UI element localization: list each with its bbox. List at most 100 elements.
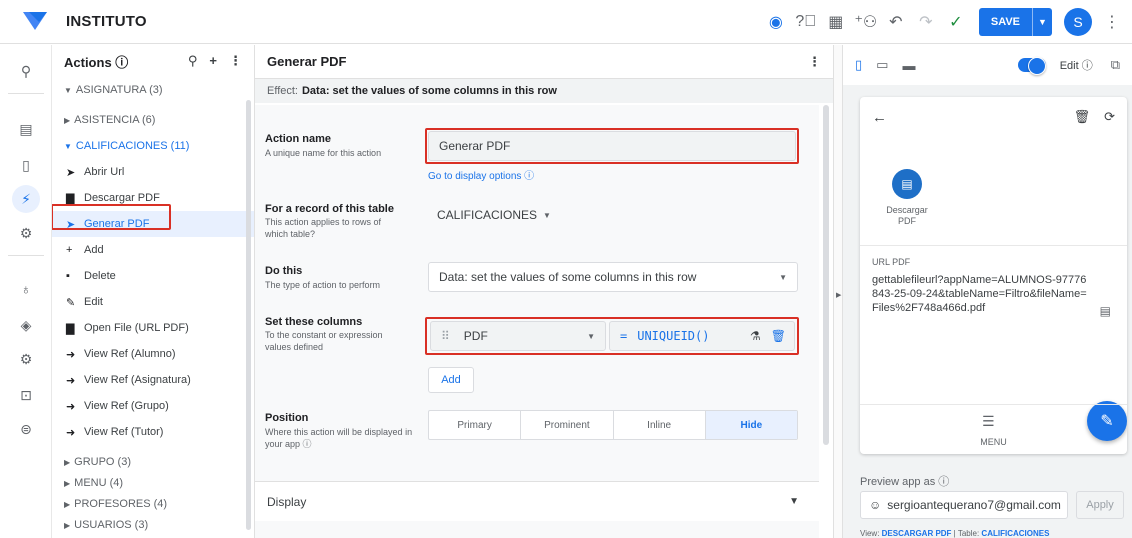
phone-toolbar: ← 🗑 ⟳ <box>860 97 1127 137</box>
panel-divider[interactable]: ▶ <box>833 45 843 538</box>
back-arrow-icon[interactable]: ← <box>872 109 887 126</box>
actions-scrollbar[interactable] <box>246 100 251 530</box>
action-name-label: Action name <box>265 133 332 145</box>
arrow-circle-icon: ➜ <box>66 374 76 387</box>
preview-footer: View: DESCARGAR PDF | Table: CALIFICACIO… <box>860 529 1050 538</box>
gallery-icon[interactable]: ▦ <box>821 7 851 37</box>
help-icon[interactable]: ?⃝ <box>791 7 821 37</box>
url-pdf-label: URL PDF <box>872 257 911 267</box>
caret-down-icon: ▼ <box>64 85 72 95</box>
tree-group-asistencia[interactable]: ▶ ASISTENCIA (6) <box>52 107 254 133</box>
preview-email-input[interactable]: ☺ sergioantequerano7@gmail.com <box>860 491 1068 519</box>
position-option-primary[interactable]: Primary <box>429 411 522 439</box>
plus-icon: + <box>66 244 73 256</box>
action-item-view-ref-alumno[interactable]: ➜ View Ref (Alumno) <box>52 341 254 367</box>
rail-automation-icon[interactable]: ⚙ <box>14 221 38 245</box>
send-icon: ➤ <box>66 166 76 179</box>
add-icon[interactable]: + <box>209 53 217 69</box>
rail-security-icon[interactable]: ◈ <box>14 313 38 337</box>
action-item-delete[interactable]: ▪ Delete <box>52 263 254 289</box>
rail-divider <box>8 93 44 94</box>
avatar[interactable]: S <box>1064 8 1092 36</box>
preview-as-label: Preview app as ⓘ <box>860 476 950 488</box>
highlight-box <box>52 204 171 230</box>
caret-right-icon: ▶ <box>64 520 71 530</box>
caret-down-icon: ▼ <box>64 141 72 151</box>
dropdown-arrow-icon: ▼ <box>779 272 787 282</box>
more-vert-icon[interactable]: ⋮ <box>1100 12 1124 32</box>
rail-monitor-icon[interactable]: ⊡ <box>14 383 38 407</box>
redo-icon[interactable]: ↷ <box>911 7 941 37</box>
descargar-pdf-action-icon[interactable]: ▤ <box>892 169 922 199</box>
divider <box>860 245 1127 246</box>
preview-panel: ▯ ▭ ▬ Edit ⓘ ⧉ ← 🗑 ⟳ ▤ Descargar PDF URL… <box>843 45 1132 538</box>
footer-view-link[interactable]: DESCARGAR PDF <box>882 529 952 538</box>
more-vert-icon[interactable]: ⋮ <box>229 53 242 69</box>
action-item-view-ref-asignatura[interactable]: ➜ View Ref (Asignatura) <box>52 367 254 393</box>
editor-scrollbar[interactable] <box>823 105 829 445</box>
rail-graph-icon[interactable]: ⚲ <box>14 59 38 83</box>
tree-group-usuarios[interactable]: ▶ USUARIOS (3) <box>52 515 254 535</box>
more-vert-icon[interactable]: ⋮ <box>808 54 821 70</box>
position-option-prominent[interactable]: Prominent <box>521 411 614 439</box>
undo-icon[interactable]: ↶ <box>881 7 911 37</box>
arrow-circle-icon: ➜ <box>66 400 76 413</box>
phone-view-icon[interactable]: ▯ <box>855 57 862 73</box>
footer-table-link[interactable]: CALIFICACIONES <box>981 529 1049 538</box>
file-icon[interactable]: ▤ <box>1100 304 1111 318</box>
arrow-circle-icon: ➜ <box>66 426 76 439</box>
delete-icon[interactable]: 🗑 <box>1074 109 1091 125</box>
search-icon[interactable]: ⚲ <box>188 53 198 69</box>
position-option-hide[interactable]: Hide <box>705 411 797 439</box>
effect-bar: Effect: Data: set the values of some col… <box>255 79 833 103</box>
action-name-help: A unique name for this action <box>265 148 382 158</box>
tablet-view-icon[interactable]: ▭ <box>876 57 888 73</box>
display-section[interactable]: Display ▼ <box>255 481 819 521</box>
rail-views-icon[interactable]: ▯ <box>14 153 38 177</box>
action-item-edit[interactable]: ✎ Edit <box>52 289 254 315</box>
rail-settings-icon[interactable]: ⚙ <box>14 347 38 371</box>
preview-eye-icon[interactable]: ◉ <box>761 7 791 37</box>
tree-group-grupo[interactable]: ▶ GRUPO (3) <box>52 451 254 473</box>
set-columns-label: Set these columns <box>265 316 363 328</box>
caret-right-icon: ▶ <box>64 478 71 488</box>
position-option-inline[interactable]: Inline <box>614 411 706 439</box>
url-pdf-value: gettablefileurl?appName=ALUMNOS-97776843… <box>872 274 1087 314</box>
save-button-label: SAVE <box>990 16 1020 28</box>
action-item-add[interactable]: + Add <box>52 237 254 263</box>
add-column-button[interactable]: Add <box>428 367 474 393</box>
editor-form: Action name A unique name for this actio… <box>255 105 819 538</box>
rail-actions-icon[interactable]: ⚡ <box>12 185 40 213</box>
rail-learn-icon[interactable]: ⊜ <box>14 417 38 441</box>
tree-group-asignatura[interactable]: ▼ ASIGNATURA (3) <box>52 77 254 103</box>
desktop-view-icon[interactable]: ▬ <box>902 58 915 73</box>
chevron-down-icon: ▼ <box>789 496 799 507</box>
edit-toggle[interactable] <box>1017 57 1046 75</box>
tree-group-profesores[interactable]: ▶ PROFESORES (4) <box>52 493 254 515</box>
tree-group-calificaciones[interactable]: ▼ CALIFICACIONES (11) <box>52 133 254 159</box>
collapse-arrow-icon[interactable]: ▶ <box>836 291 841 299</box>
table-select[interactable]: CALIFICACIONES ▼ <box>437 208 551 222</box>
action-item-abrir-url[interactable]: ➤ Abrir Url <box>52 159 254 185</box>
action-item-view-ref-grupo[interactable]: ➜ View Ref (Grupo) <box>52 393 254 419</box>
do-this-select[interactable]: Data: set the values of some columns in … <box>428 262 798 292</box>
save-dropdown-chevron-icon[interactable]: ▼ <box>1032 8 1052 36</box>
file-icon: ▇ <box>66 192 75 205</box>
rail-data-icon[interactable]: ▤ <box>14 117 38 141</box>
actions-title: Actions ⓘ <box>64 54 129 70</box>
rail-intelligence-icon[interactable]: ♁ <box>14 277 38 301</box>
apply-button[interactable]: Apply <box>1076 491 1124 519</box>
check-icon[interactable]: ✓ <box>941 7 971 37</box>
open-external-icon[interactable]: ⧉ <box>1111 57 1120 73</box>
tree-group-menu[interactable]: ▶ MENU (4) <box>52 473 254 493</box>
display-options-link[interactable]: Go to display options ⓘ <box>428 167 534 182</box>
edit-icon: ✎ <box>66 296 76 309</box>
action-item-open-file[interactable]: ▇ Open File (URL PDF) <box>52 315 254 341</box>
share-user-icon[interactable]: ⁺⚇ <box>851 7 881 37</box>
action-item-view-ref-tutor[interactable]: ➜ View Ref (Tutor) <box>52 419 254 445</box>
sync-icon[interactable]: ⟳ <box>1104 109 1115 125</box>
actions-tree: ▼ ASIGNATURA (3) ▶ ASISTENCIA (6) ▼ CALIFIC… <box>52 77 254 535</box>
save-button[interactable]: SAVE ▼ <box>978 8 1052 36</box>
top-toolbar: ◉ ?⃝ ▦ ⁺⚇ ↶ ↷ ✓ SAVE ▼ S ⋮ <box>761 0 1132 44</box>
phone-bottom-nav[interactable]: ☰ MENU <box>860 404 1127 454</box>
